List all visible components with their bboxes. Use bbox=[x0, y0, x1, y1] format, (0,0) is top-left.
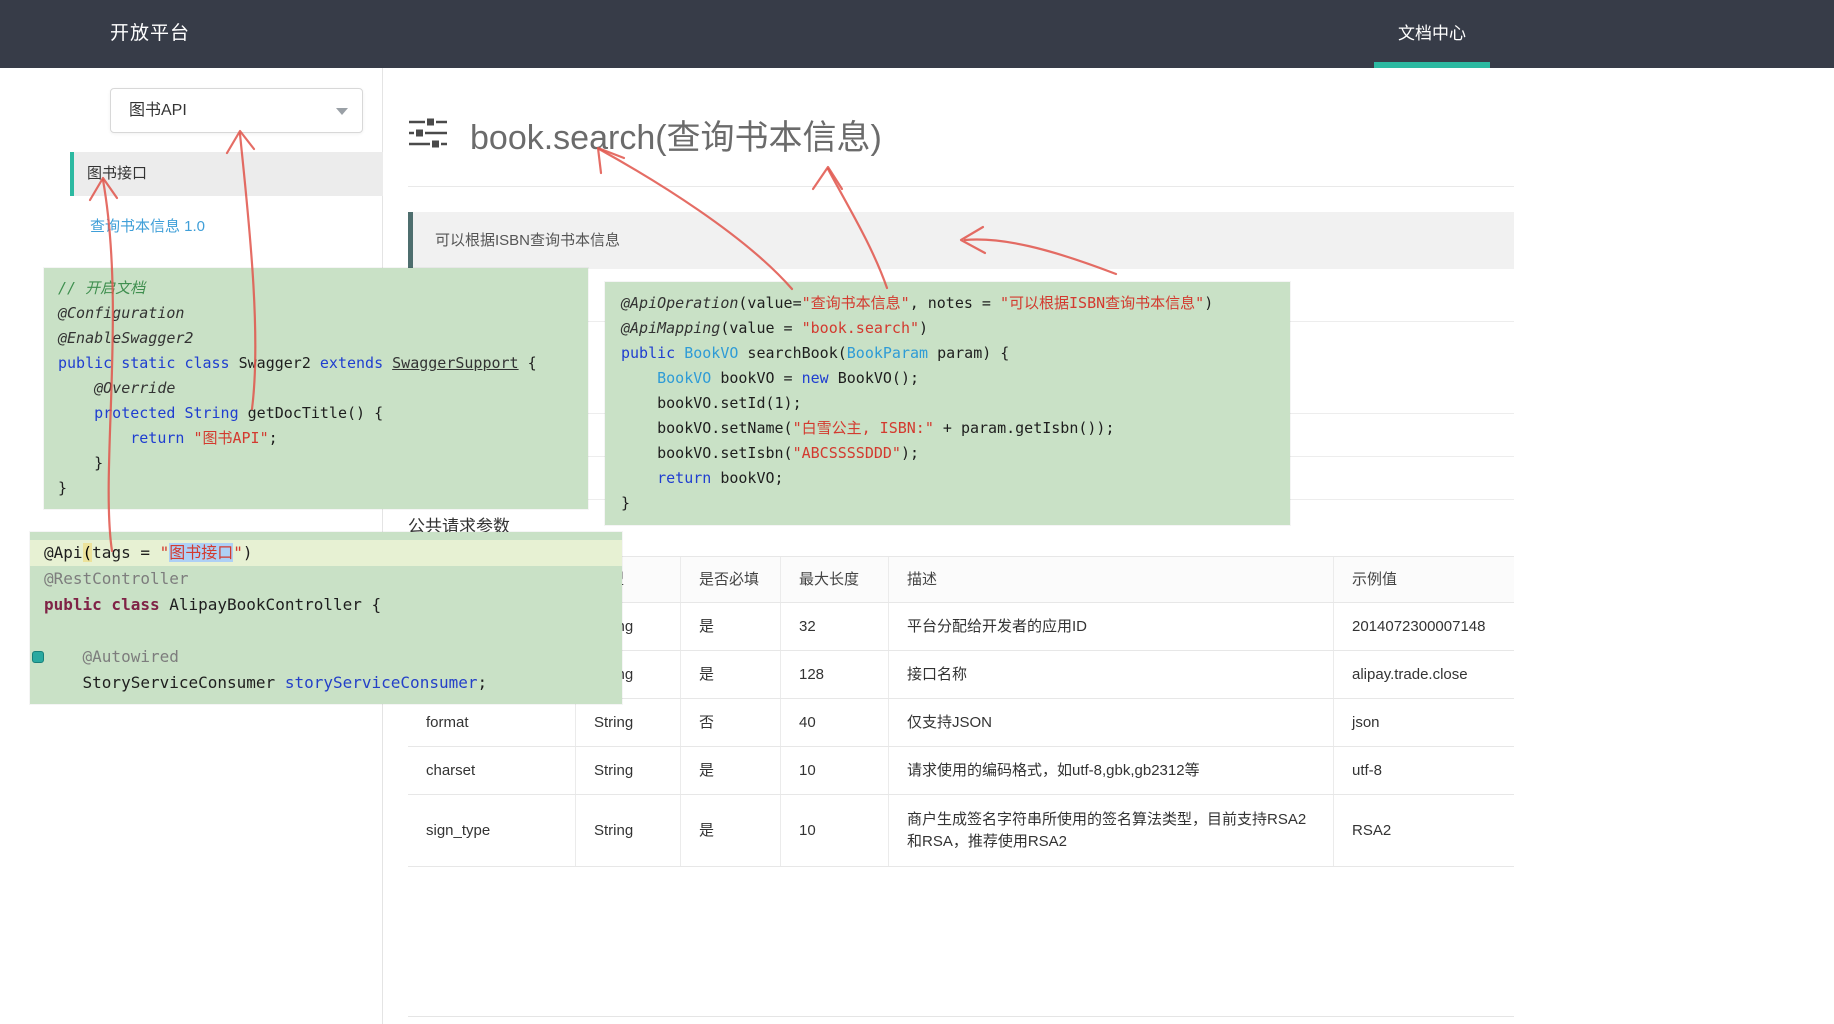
code-block-controller: @Api(tags = "图书接口")@RestControllerpublic… bbox=[30, 532, 622, 704]
nav-doc-center[interactable]: 文档中心 bbox=[1374, 0, 1490, 68]
sidebar-item-book-api-group[interactable]: 图书接口 bbox=[70, 152, 383, 196]
table-cell: 接口名称 bbox=[888, 651, 1333, 698]
table-cell: alipay.trade.close bbox=[1333, 651, 1514, 698]
table-cell: 10 bbox=[780, 795, 888, 866]
table-row: charsetString是10请求使用的编码格式，如utf-8,gbk,gb2… bbox=[408, 747, 1514, 795]
table-cell: 128 bbox=[780, 651, 888, 698]
table-row: formatString否40仅支持JSONjson bbox=[408, 699, 1514, 747]
code-line: @ApiMapping(value = "book.search") bbox=[621, 316, 1274, 341]
code-block-swagger-config: // 开启文档@Configuration@EnableSwagger2publ… bbox=[44, 268, 588, 509]
background-row-divider bbox=[408, 1016, 1514, 1017]
column-header: 是否必填 bbox=[680, 557, 780, 602]
table-cell: sign_type bbox=[408, 795, 575, 866]
code-line: bookVO.setId(1); bbox=[621, 391, 1274, 416]
table-cell: 40 bbox=[780, 699, 888, 746]
sliders-icon bbox=[408, 116, 448, 155]
header-bar: 开放平台 文档中心 bbox=[0, 0, 1834, 68]
table-cell: 平台分配给开发者的应用ID bbox=[888, 603, 1333, 650]
table-cell: json bbox=[1333, 699, 1514, 746]
title-divider bbox=[408, 186, 1514, 187]
table-cell: 是 bbox=[680, 795, 780, 866]
column-header: 最大长度 bbox=[780, 557, 888, 602]
table-cell: format bbox=[408, 699, 575, 746]
code-line: @ApiOperation(value="查询书本信息", notes = "可… bbox=[621, 291, 1274, 316]
table-cell: 商户生成签名字符串所使用的签名算法类型，目前支持RSA2和RSA，推荐使用RSA… bbox=[888, 795, 1333, 866]
api-select-dropdown[interactable]: 图书API bbox=[110, 88, 363, 133]
table-cell: 请求使用的编码格式，如utf-8,gbk,gb2312等 bbox=[888, 747, 1333, 794]
doc-center-active-indicator bbox=[1374, 62, 1490, 68]
table-cell: 10 bbox=[780, 747, 888, 794]
code-line: public static class Swagger2 extends Swa… bbox=[58, 351, 574, 376]
table-cell: 仅支持JSON bbox=[888, 699, 1333, 746]
code-line: } bbox=[58, 476, 574, 501]
code-line: StoryServiceConsumer storyServiceConsume… bbox=[44, 670, 608, 696]
table-cell: 2014072300007148 bbox=[1333, 603, 1514, 650]
code-line: @Api(tags = "图书接口") bbox=[30, 540, 622, 566]
code-line: @Configuration bbox=[58, 301, 574, 326]
code-block-search-book: @ApiOperation(value="查询书本信息", notes = "可… bbox=[605, 282, 1290, 525]
table-cell: String bbox=[575, 795, 680, 866]
code-line: @Override bbox=[58, 376, 574, 401]
code-line: } bbox=[621, 491, 1274, 516]
code-line: bookVO.setName("白雪公主, ISBN:" + param.get… bbox=[621, 416, 1274, 441]
table-cell: 是 bbox=[680, 603, 780, 650]
table-cell: 是 bbox=[680, 651, 780, 698]
code-line: @RestController bbox=[44, 566, 608, 592]
code-line: @Autowired bbox=[44, 644, 608, 670]
code-line: } bbox=[58, 451, 574, 476]
code-line: @EnableSwagger2 bbox=[58, 326, 574, 351]
code-line: return bookVO; bbox=[621, 466, 1274, 491]
code-line: return "图书API"; bbox=[58, 426, 574, 451]
table-cell: 32 bbox=[780, 603, 888, 650]
table-cell: 否 bbox=[680, 699, 780, 746]
table-cell: String bbox=[575, 747, 680, 794]
gutter-marker-icon bbox=[32, 651, 44, 663]
page-title: book.search(查询书本信息) bbox=[470, 110, 882, 159]
code-line: protected String getDocTitle() { bbox=[58, 401, 574, 426]
api-select-value: 图书API bbox=[129, 89, 187, 132]
table-cell: charset bbox=[408, 747, 575, 794]
column-header: 示例值 bbox=[1333, 557, 1514, 602]
code-line bbox=[44, 618, 608, 644]
brand-label[interactable]: 开放平台 bbox=[110, 0, 190, 68]
chevron-down-icon bbox=[336, 108, 348, 115]
code-line: BookVO bookVO = new BookVO(); bbox=[621, 366, 1274, 391]
code-line: // 开启文档 bbox=[58, 276, 574, 301]
table-cell: utf-8 bbox=[1333, 747, 1514, 794]
table-row: sign_typeString是10商户生成签名字符串所使用的签名算法类型，目前… bbox=[408, 795, 1514, 867]
info-banner: 可以根据ISBN查询书本信息 bbox=[408, 212, 1514, 269]
code-line: public BookVO searchBook(BookParam param… bbox=[621, 341, 1274, 366]
table-cell: String bbox=[575, 699, 680, 746]
sidebar-link-search-book[interactable]: 查询书本信息 1.0 bbox=[90, 215, 205, 236]
table-cell: RSA2 bbox=[1333, 795, 1514, 866]
column-header: 描述 bbox=[888, 557, 1333, 602]
code-line: bookVO.setIsbn("ABCSSSSDDD"); bbox=[621, 441, 1274, 466]
code-line: public class AlipayBookController { bbox=[44, 592, 608, 618]
table-cell: 是 bbox=[680, 747, 780, 794]
